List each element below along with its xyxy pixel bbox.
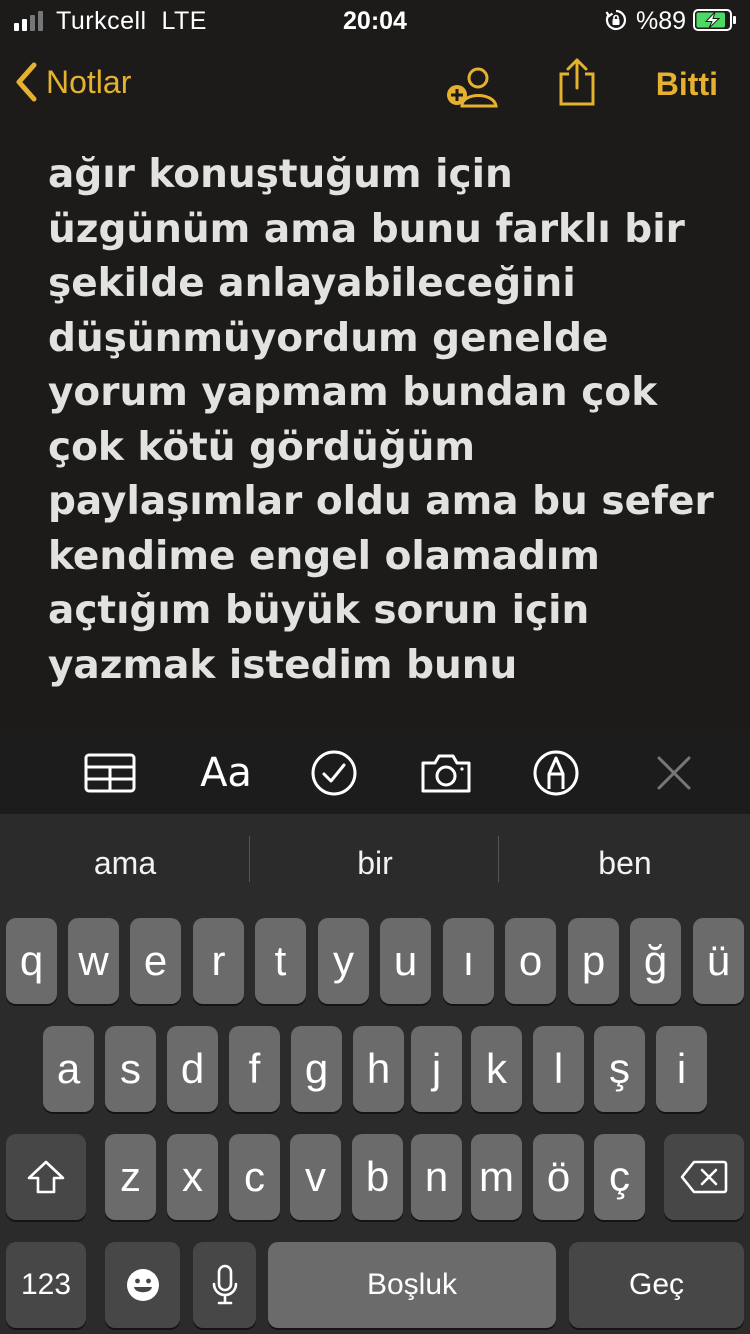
key[interactable]: x	[167, 1134, 218, 1220]
note-line: üzgünüm ama bunu farklı bir	[48, 206, 685, 252]
key[interactable]: h	[353, 1026, 404, 1112]
key[interactable]: ü	[693, 918, 744, 1004]
close-toolbar-button[interactable]	[652, 745, 696, 801]
note-body[interactable]: ağır konuştuğum için üzgünüm ama bunu fa…	[48, 148, 738, 693]
key[interactable]: y	[318, 918, 369, 1004]
add-person-icon[interactable]	[444, 64, 500, 108]
key[interactable]: v	[290, 1134, 341, 1220]
close-icon	[657, 756, 691, 790]
numbers-key[interactable]: 123	[6, 1242, 86, 1328]
key[interactable]: ı	[443, 918, 494, 1004]
share-icon[interactable]	[555, 56, 599, 108]
key[interactable]: c	[229, 1134, 280, 1220]
delete-key[interactable]	[664, 1134, 744, 1220]
key[interactable]: w	[68, 918, 119, 1004]
markup-button[interactable]	[531, 745, 581, 801]
key[interactable]: o	[505, 918, 556, 1004]
formatting-toolbar: Aa	[0, 733, 750, 815]
note-line: çok kötü gördüğüm	[48, 424, 476, 470]
key[interactable]: t	[255, 918, 306, 1004]
back-label: Notlar	[46, 63, 132, 100]
key[interactable]: u	[380, 918, 431, 1004]
key[interactable]: z	[105, 1134, 156, 1220]
markup-pen-icon	[533, 750, 579, 796]
text-format-button[interactable]: Aa	[195, 745, 257, 801]
status-bar: Turkcell LTE 20:04 %89	[0, 0, 750, 42]
keyboard: ama bir ben q w e r t y u ı o p ğ ü a s …	[0, 814, 750, 1334]
suggestion-bar: ama bir ben	[0, 814, 750, 912]
microphone-icon	[212, 1264, 237, 1305]
key[interactable]: d	[167, 1026, 218, 1112]
suggestion-item[interactable]: bir	[250, 814, 500, 912]
camera-icon	[421, 754, 471, 793]
notes-screen: Turkcell LTE 20:04 %89 Notlar Bitti ağır…	[0, 0, 750, 1334]
checklist-button[interactable]	[309, 745, 359, 801]
key[interactable]: a	[43, 1026, 94, 1112]
note-line: kendime engel olamadım	[48, 533, 600, 579]
navigation-bar: Notlar Bitti	[0, 50, 750, 120]
text-format-icon: Aa	[200, 750, 252, 796]
table-button[interactable]	[82, 745, 138, 801]
backspace-icon	[680, 1160, 728, 1194]
note-line: paylaşımlar oldu ama bu sefer	[48, 479, 714, 524]
key[interactable]: q	[6, 918, 57, 1004]
chevron-left-icon	[16, 62, 37, 102]
shift-arrow-icon	[27, 1160, 65, 1194]
key[interactable]: r	[193, 918, 244, 1004]
checklist-icon	[311, 750, 357, 796]
key[interactable]: e	[130, 918, 181, 1004]
rotation-lock-icon	[605, 9, 627, 31]
note-line: açtığım büyük sorun için	[48, 588, 590, 633]
key[interactable]: n	[411, 1134, 462, 1220]
suggestion-divider	[498, 836, 499, 882]
suggestion-item[interactable]: ben	[500, 814, 750, 912]
camera-button[interactable]	[418, 745, 474, 801]
key[interactable]: ğ	[630, 918, 681, 1004]
key[interactable]: i	[656, 1026, 707, 1112]
table-icon	[84, 753, 136, 793]
key[interactable]: s	[105, 1026, 156, 1112]
key[interactable]: j	[411, 1026, 462, 1112]
back-button[interactable]: Notlar	[14, 62, 131, 102]
key[interactable]: g	[291, 1026, 342, 1112]
key[interactable]: ç	[594, 1134, 645, 1220]
shift-key[interactable]	[6, 1134, 86, 1220]
battery-charging-icon	[693, 9, 736, 31]
key[interactable]: ş	[594, 1026, 645, 1112]
key[interactable]: p	[568, 918, 619, 1004]
note-line: yorum yapmam bundan çok	[48, 370, 658, 415]
battery-percent: %89	[636, 7, 687, 35]
emoji-icon	[126, 1269, 159, 1301]
key[interactable]: k	[471, 1026, 522, 1112]
key[interactable]: l	[533, 1026, 584, 1112]
key[interactable]: b	[352, 1134, 403, 1220]
note-line: düşünmüyordum genelde	[48, 315, 609, 361]
key[interactable]: f	[229, 1026, 280, 1112]
done-button[interactable]: Bitti	[656, 66, 718, 103]
note-line: yazmak istedim bunu	[48, 642, 518, 688]
note-line: şekilde anlayabileceğini	[48, 261, 576, 306]
note-line: ağır konuştuğum için	[48, 152, 513, 197]
key[interactable]: m	[471, 1134, 522, 1220]
return-key[interactable]: Geç	[569, 1242, 744, 1328]
key[interactable]: ö	[533, 1134, 584, 1220]
emoji-key[interactable]	[105, 1242, 180, 1328]
space-key[interactable]: Boşluk	[268, 1242, 556, 1328]
dictation-key[interactable]	[193, 1242, 256, 1328]
suggestion-item[interactable]: ama	[0, 814, 250, 912]
